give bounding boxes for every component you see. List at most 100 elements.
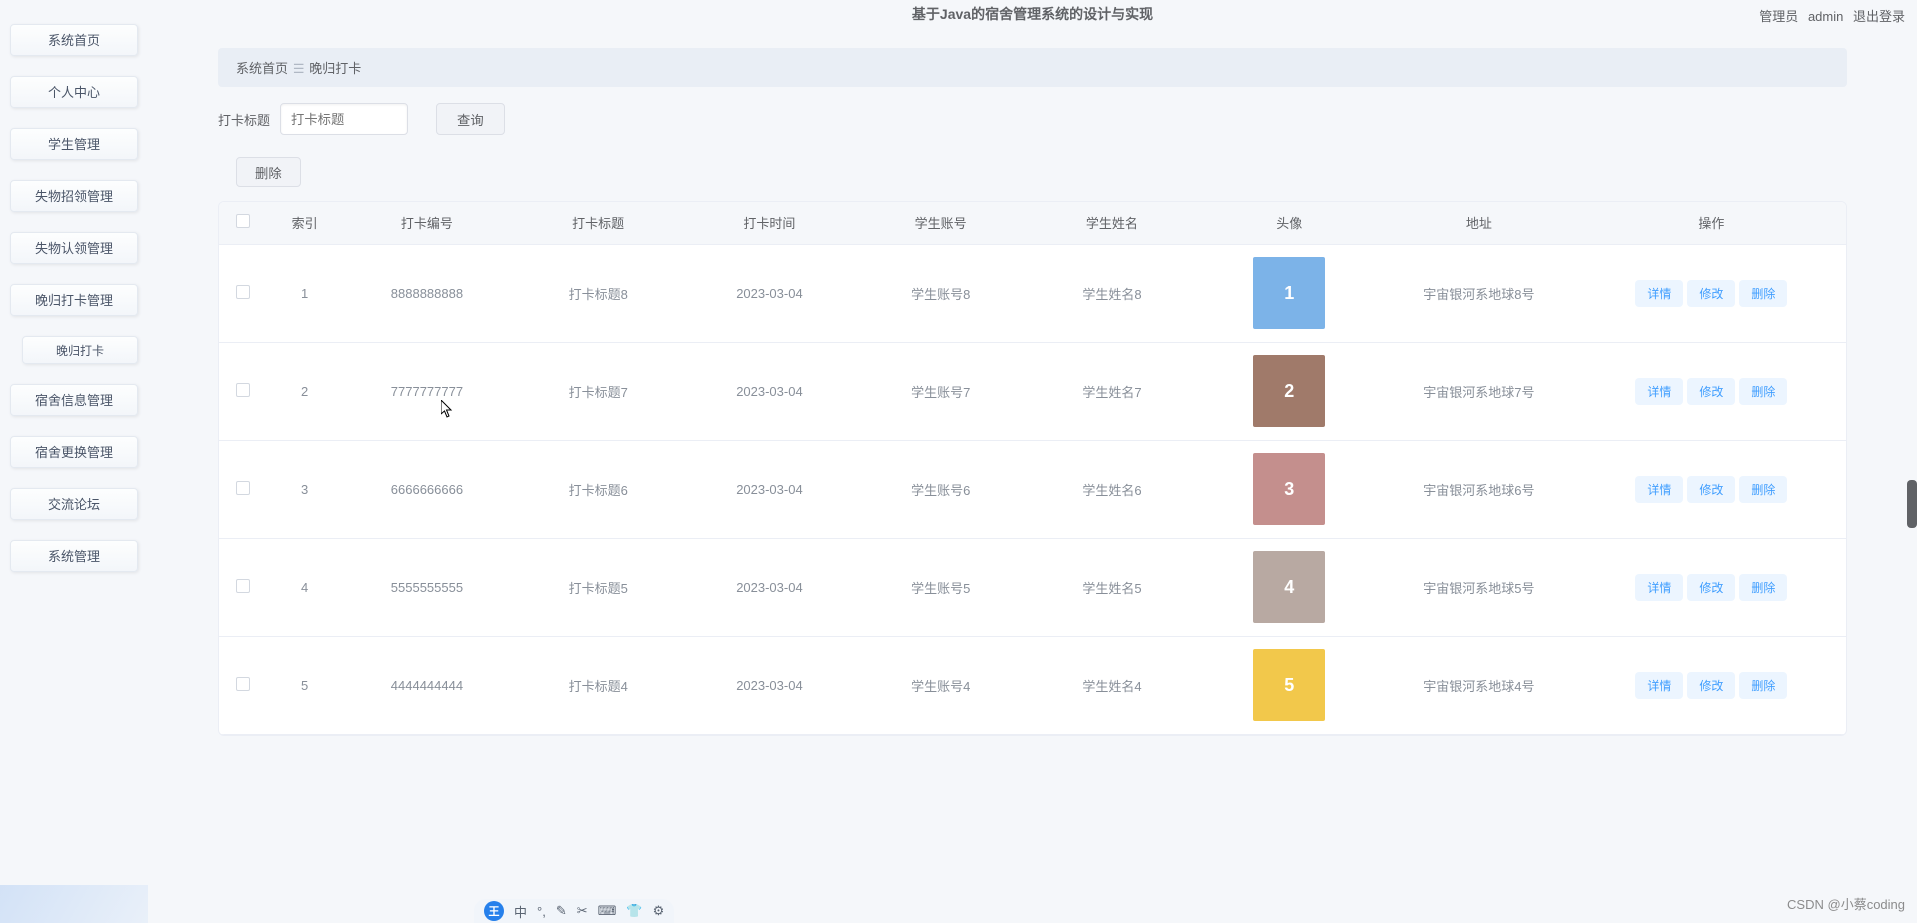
sidebar-item-checkin[interactable]: 晚归打卡管理 [10, 284, 138, 316]
col-avatar: 头像 [1198, 202, 1381, 244]
row-checkbox[interactable] [236, 677, 250, 691]
avatar-image: 3 [1253, 453, 1325, 525]
cell-address: 宇宙银河系地球5号 [1381, 538, 1577, 636]
breadcrumb-home[interactable]: 系统首页 [236, 61, 288, 76]
table-row: 18888888888打卡标题82023-03-04学生账号8学生姓名81宇宙银… [219, 244, 1846, 342]
cell-avatar: 5 [1198, 636, 1381, 734]
ime-keyboard-icon[interactable]: ⌨ [598, 903, 617, 919]
cell-avatar: 3 [1198, 440, 1381, 538]
row-checkbox[interactable] [236, 579, 250, 593]
query-button[interactable]: 查询 [436, 103, 505, 135]
filter-bar: 打卡标题 查询 [218, 103, 1847, 135]
row-delete-button[interactable]: 删除 [1739, 378, 1787, 405]
row-delete-button[interactable]: 删除 [1739, 574, 1787, 601]
avatar-image: 5 [1253, 649, 1325, 721]
row-edit-button[interactable]: 修改 [1687, 672, 1735, 699]
sidebar-item-profile[interactable]: 个人中心 [10, 76, 138, 108]
sidebar-item-system[interactable]: 系统管理 [10, 540, 138, 572]
breadcrumb-separator-icon: ☰ [292, 61, 306, 77]
ime-skin-icon[interactable]: 👕 [626, 903, 642, 919]
cell-avatar: 2 [1198, 342, 1381, 440]
row-detail-button[interactable]: 详情 [1635, 672, 1683, 699]
ime-mode-toggle[interactable]: 中 [514, 902, 527, 921]
page-scrollbar-thumb[interactable] [1907, 480, 1917, 528]
cell-name: 学生姓名6 [1026, 440, 1197, 538]
col-address: 地址 [1381, 202, 1577, 244]
row-delete-button[interactable]: 删除 [1739, 280, 1787, 307]
filter-label: 打卡标题 [218, 110, 270, 129]
cell-index: 4 [268, 538, 341, 636]
table-row: 36666666666打卡标题62023-03-04学生账号6学生姓名63宇宙银… [219, 440, 1846, 538]
sidebar-item-lostclaim[interactable]: 失物认领管理 [10, 232, 138, 264]
filter-title-input[interactable] [280, 103, 408, 135]
table-row: 27777777777打卡标题72023-03-04学生账号7学生姓名72宇宙银… [219, 342, 1846, 440]
cell-code: 7777777777 [341, 342, 512, 440]
sidebar-subitem-checkin[interactable]: 晚归打卡 [22, 336, 138, 364]
row-edit-button[interactable]: 修改 [1687, 280, 1735, 307]
cell-title: 打卡标题8 [513, 244, 684, 342]
row-edit-button[interactable]: 修改 [1687, 574, 1735, 601]
row-edit-button[interactable]: 修改 [1687, 378, 1735, 405]
cell-code: 4444444444 [341, 636, 512, 734]
ime-settings-icon[interactable]: ⚙ [653, 903, 665, 919]
avatar-image: 4 [1253, 551, 1325, 623]
cell-account: 学生账号4 [855, 636, 1026, 734]
avatar-image: 2 [1253, 355, 1325, 427]
cell-actions: 详情修改删除 [1577, 244, 1846, 342]
cell-time: 2023-03-04 [684, 636, 855, 734]
sidebar-item-home[interactable]: 系统首页 [10, 24, 138, 56]
row-detail-button[interactable]: 详情 [1635, 574, 1683, 601]
ime-toolbar: 王 中 °, ✎ ✂ ⌨ 👕 ⚙ [474, 899, 674, 923]
cell-name: 学生姓名5 [1026, 538, 1197, 636]
row-delete-button[interactable]: 删除 [1739, 672, 1787, 699]
row-detail-button[interactable]: 详情 [1635, 476, 1683, 503]
row-checkbox[interactable] [236, 383, 250, 397]
data-table: 索引 打卡编号 打卡标题 打卡时间 学生账号 学生姓名 头像 地址 操作 188… [218, 201, 1847, 736]
cell-address: 宇宙银河系地球7号 [1381, 342, 1577, 440]
cell-account: 学生账号8 [855, 244, 1026, 342]
cell-account: 学生账号5 [855, 538, 1026, 636]
ime-cut-icon[interactable]: ✂ [577, 903, 588, 919]
sidebar-item-students[interactable]: 学生管理 [10, 128, 138, 160]
row-detail-button[interactable]: 详情 [1635, 280, 1683, 307]
select-all-checkbox[interactable] [236, 214, 250, 228]
col-index: 索引 [268, 202, 341, 244]
row-checkbox[interactable] [236, 481, 250, 495]
cell-title: 打卡标题5 [513, 538, 684, 636]
sidebar-item-dorminfo[interactable]: 宿舍信息管理 [10, 384, 138, 416]
row-detail-button[interactable]: 详情 [1635, 378, 1683, 405]
sidebar-item-lostfound[interactable]: 失物招领管理 [10, 180, 138, 212]
table-row: 54444444444打卡标题42023-03-04学生账号4学生姓名45宇宙银… [219, 636, 1846, 734]
cell-actions: 详情修改删除 [1577, 342, 1846, 440]
ime-edit-icon[interactable]: ✎ [556, 903, 567, 919]
col-time: 打卡时间 [684, 202, 855, 244]
ime-punct-icon[interactable]: °, [537, 904, 546, 919]
ime-logo-icon[interactable]: 王 [484, 901, 504, 921]
cell-name: 学生姓名8 [1026, 244, 1197, 342]
breadcrumb-current: 晚归打卡 [309, 61, 361, 76]
cell-title: 打卡标题4 [513, 636, 684, 734]
row-checkbox[interactable] [236, 285, 250, 299]
cell-time: 2023-03-04 [684, 538, 855, 636]
cell-index: 2 [268, 342, 341, 440]
batch-delete-button[interactable]: 删除 [236, 157, 301, 187]
breadcrumb: 系统首页 ☰ 晚归打卡 [218, 48, 1847, 87]
cell-title: 打卡标题7 [513, 342, 684, 440]
col-name: 学生姓名 [1026, 202, 1197, 244]
cursor-arrow-icon [441, 400, 453, 418]
cell-account: 学生账号7 [855, 342, 1026, 440]
cell-address: 宇宙银河系地球8号 [1381, 244, 1577, 342]
sidebar-item-dormchange[interactable]: 宿舍更换管理 [10, 436, 138, 468]
table-header-row: 索引 打卡编号 打卡标题 打卡时间 学生账号 学生姓名 头像 地址 操作 [219, 202, 1846, 244]
col-account: 学生账号 [855, 202, 1026, 244]
row-delete-button[interactable]: 删除 [1739, 476, 1787, 503]
cell-title: 打卡标题6 [513, 440, 684, 538]
cell-avatar: 1 [1198, 244, 1381, 342]
cell-time: 2023-03-04 [684, 440, 855, 538]
row-edit-button[interactable]: 修改 [1687, 476, 1735, 503]
sidebar-item-forum[interactable]: 交流论坛 [10, 488, 138, 520]
cell-actions: 详情修改删除 [1577, 538, 1846, 636]
cell-address: 宇宙银河系地球6号 [1381, 440, 1577, 538]
cell-account: 学生账号6 [855, 440, 1026, 538]
avatar-image: 1 [1253, 257, 1325, 329]
